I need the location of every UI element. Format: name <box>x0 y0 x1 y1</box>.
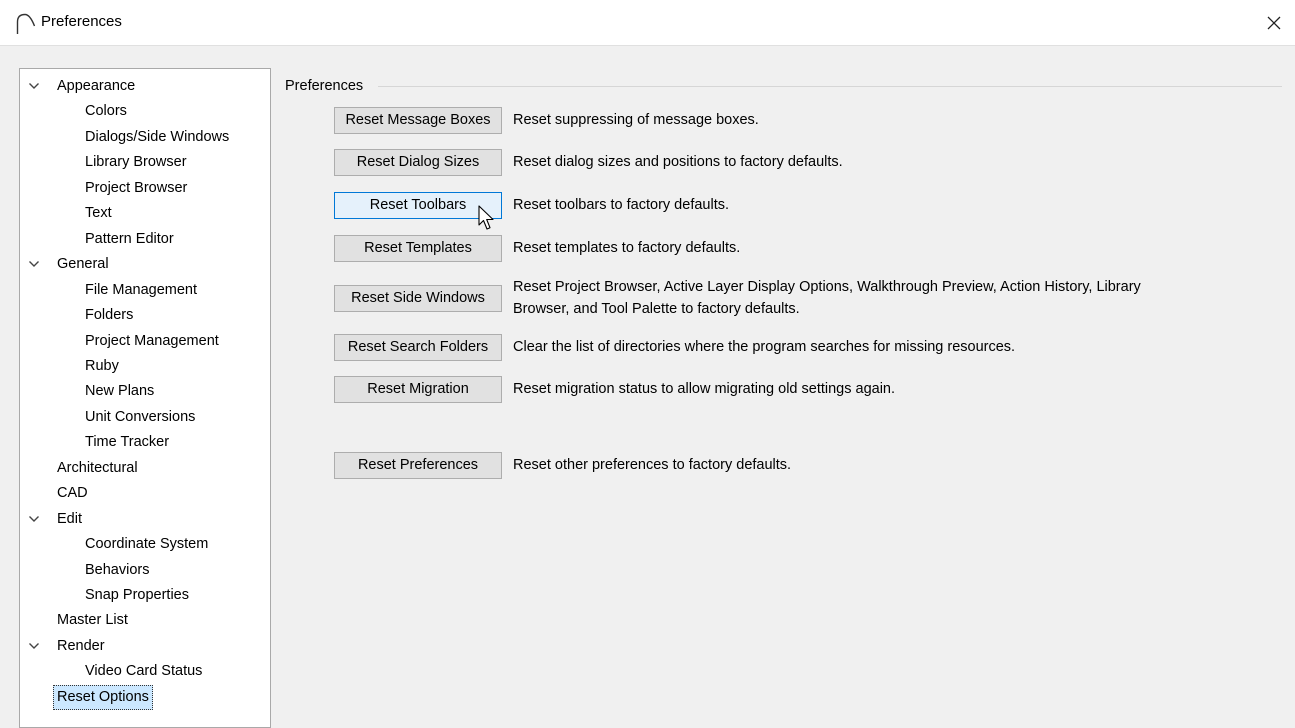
tree-item-label: CAD <box>57 485 88 502</box>
tree-item-label: General <box>57 256 109 273</box>
tree-item-label: Architectural <box>57 459 138 476</box>
mouse-pointer-icon <box>478 205 494 230</box>
reset-preferences-description: Reset other preferences to factory defau… <box>513 457 792 473</box>
reset-toolbars-description: Reset toolbars to factory defaults. <box>513 197 729 213</box>
tree-item-label: Pattern Editor <box>85 230 174 247</box>
tree-item-coordinate-system[interactable]: Coordinate System <box>20 532 270 557</box>
reset-preferences-button[interactable]: Reset Preferences <box>334 452 502 479</box>
reset-side-windows-description: Browser, and Tool Palette to factory def… <box>513 301 800 317</box>
tree-item-label: Project Management <box>85 332 219 349</box>
window-title: Preferences <box>41 13 122 30</box>
tree-item-time-tracker[interactable]: Time Tracker <box>20 430 270 455</box>
tree-item-cad[interactable]: CAD <box>20 481 270 506</box>
chevron-down-icon[interactable] <box>28 514 40 524</box>
tree-item-label: File Management <box>85 281 198 298</box>
arc-logo-icon <box>16 13 36 34</box>
tree-item-architectural[interactable]: Architectural <box>20 456 270 481</box>
tree-item-label: New Plans <box>85 383 155 400</box>
tree-item-label: Render <box>57 637 105 654</box>
chevron-down-icon[interactable] <box>28 81 40 91</box>
tree-item-label: Ruby <box>85 357 119 374</box>
tree-item-render[interactable]: Render <box>20 634 270 659</box>
tree-item-behaviors[interactable]: Behaviors <box>20 558 270 583</box>
reset-side-windows-description: Reset Project Browser, Active Layer Disp… <box>513 279 1141 295</box>
tree-item-text[interactable]: Text <box>20 201 270 226</box>
tree-item-label: Project Browser <box>85 179 188 196</box>
close-icon[interactable] <box>1262 10 1286 36</box>
tree-item-label: Snap Properties <box>85 587 189 603</box>
tree-item-label: Colors <box>85 103 127 120</box>
reset-toolbars-button[interactable]: Reset Toolbars <box>334 192 502 219</box>
chevron-down-icon[interactable] <box>28 259 40 269</box>
tree-item-label: Appearance <box>57 78 136 94</box>
tree-item-label: Master List <box>57 612 128 629</box>
tree-item-dialogs-side-windows[interactable]: Dialogs/Side Windows <box>20 125 270 150</box>
reset-message-boxes-description: Reset suppressing of message boxes. <box>513 112 759 128</box>
reset-message-boxes-button[interactable]: Reset Message Boxes <box>334 107 502 134</box>
tree-item-new-plans[interactable]: New Plans <box>20 379 270 404</box>
tree-item-label: Time Tracker <box>85 434 170 451</box>
reset-migration-button[interactable]: Reset Migration <box>334 376 502 403</box>
tree-item-label: Video Card Status <box>85 663 203 680</box>
tree-item-master-list[interactable]: Master List <box>20 608 270 633</box>
tree-item-project-management[interactable]: Project Management <box>20 329 270 354</box>
reset-side-windows-button[interactable]: Reset Side Windows <box>334 285 502 312</box>
tree-item-appearance[interactable]: Appearance <box>20 74 270 99</box>
tree-item-edit[interactable]: Edit <box>20 507 270 532</box>
reset-templates-description: Reset templates to factory defaults. <box>513 240 741 256</box>
tree-item-label: Reset Options <box>53 684 153 710</box>
title-bar: Preferences <box>0 0 1295 46</box>
reset-search-folders-description: Clear the list of directories where the … <box>513 339 1016 355</box>
reset-dialog-sizes-button[interactable]: Reset Dialog Sizes <box>334 149 502 176</box>
tree-item-folders[interactable]: Folders <box>20 303 270 328</box>
tree-item-label: Dialogs/Side Windows <box>85 128 230 145</box>
preferences-group-label: Preferences <box>285 78 364 94</box>
tree-item-unit-conversions[interactable]: Unit Conversions <box>20 405 270 430</box>
reset-migration-description: Reset migration status to allow migratin… <box>513 381 896 397</box>
tree-item-library-browser[interactable]: Library Browser <box>20 150 270 175</box>
tree-item-video-card-status[interactable]: Video Card Status <box>20 659 270 684</box>
tree-item-pattern-editor[interactable]: Pattern Editor <box>20 227 270 252</box>
reset-templates-button[interactable]: Reset Templates <box>334 235 502 262</box>
group-divider <box>378 86 1282 87</box>
tree-item-label: Library Browser <box>85 154 187 171</box>
tree-item-label: Unit Conversions <box>85 408 196 425</box>
tree-item-label: Edit <box>57 510 82 527</box>
tree-item-label: Text <box>85 205 112 222</box>
tree-item-colors[interactable]: Colors <box>20 99 270 124</box>
tree-item-label: Coordinate System <box>85 536 209 553</box>
category-tree[interactable]: Appearance Colors Dialogs/Side Windows Libr… <box>19 68 271 728</box>
tree-item-file-management[interactable]: File Management <box>20 278 270 303</box>
chevron-down-icon[interactable] <box>28 641 40 651</box>
tree-item-label: Behaviors <box>85 561 150 578</box>
tree-item-label: Folders <box>85 307 134 324</box>
tree-item-reset-options[interactable]: Reset Options <box>20 684 270 710</box>
reset-search-folders-button[interactable]: Reset Search Folders <box>334 334 502 361</box>
tree-item-project-browser[interactable]: Project Browser <box>20 176 270 201</box>
reset-dialog-sizes-description: Reset dialog sizes and positions to fact… <box>513 154 843 170</box>
tree-item-snap-properties[interactable]: Snap Properties <box>20 583 270 608</box>
tree-item-ruby[interactable]: Ruby <box>20 354 270 379</box>
tree-item-general[interactable]: General <box>20 252 270 277</box>
